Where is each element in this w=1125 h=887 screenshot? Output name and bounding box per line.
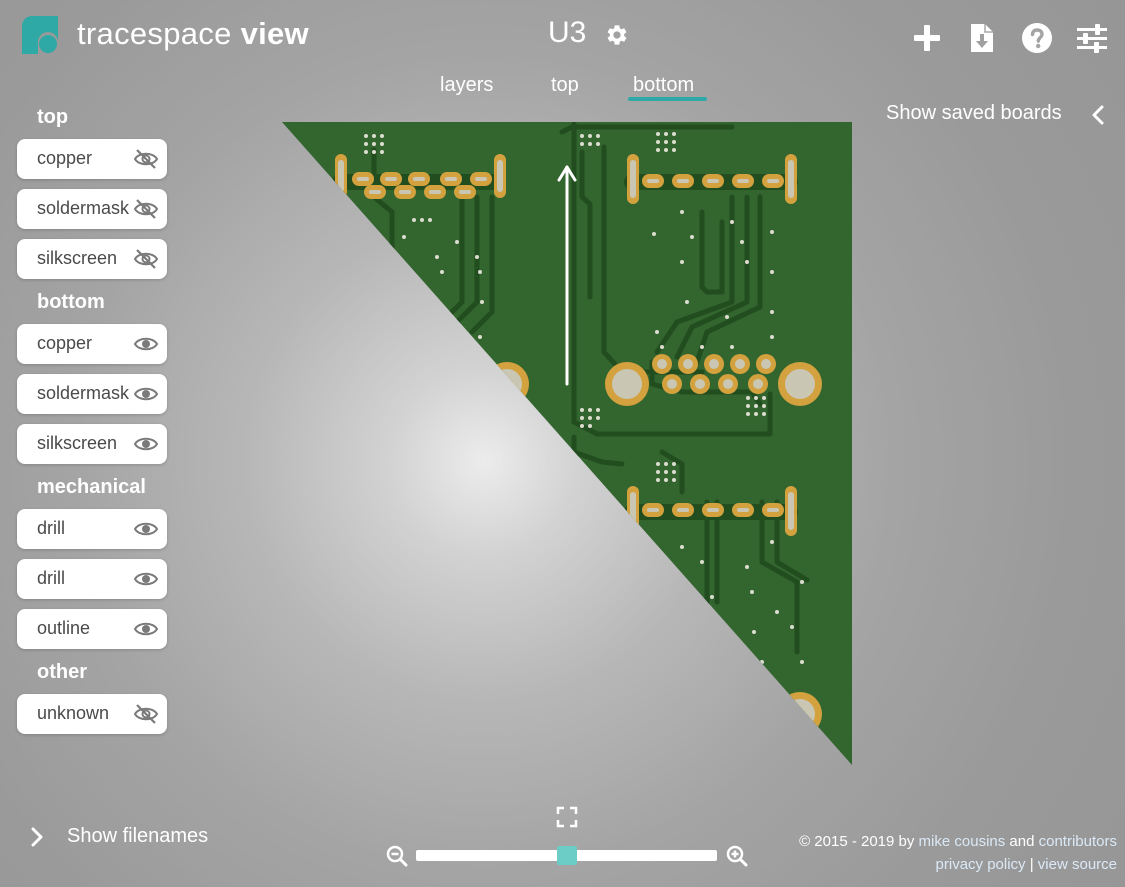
eye-slash-icon[interactable] — [133, 703, 159, 725]
app-title: tracespace view — [77, 16, 309, 52]
eye-icon[interactable] — [133, 433, 159, 455]
layer-label: unknown — [37, 703, 110, 723]
board-name[interactable]: U3 — [548, 16, 586, 50]
add-board-icon[interactable] — [911, 22, 943, 54]
privacy-policy-link[interactable]: privacy policy — [936, 856, 1026, 873]
copyright-text: © 2015 - 2019 by — [799, 833, 919, 850]
layer-item-drill-1[interactable]: drill — [17, 509, 167, 549]
layer-item-top-silkscreen[interactable]: silkscreen — [17, 239, 167, 279]
layer-label: drill — [37, 518, 66, 538]
layer-item-bottom-copper[interactable]: copper — [17, 324, 167, 364]
layer-item-outline[interactable]: outline — [17, 609, 167, 649]
zoom-slider[interactable] — [416, 846, 717, 865]
layer-group-top-title: top — [37, 106, 69, 128]
layer-item-top-copper[interactable]: copper — [17, 139, 167, 179]
layer-label: silkscreen — [37, 248, 118, 268]
layer-item-bottom-silkscreen[interactable]: silkscreen — [17, 424, 167, 464]
layer-item-bottom-soldermask[interactable]: soldermask — [17, 374, 167, 414]
zoom-slider-thumb[interactable] — [557, 846, 577, 865]
eye-icon[interactable] — [133, 333, 159, 355]
layer-group-mechanical-title: mechanical — [37, 476, 146, 498]
show-filenames-label: Show filenames — [67, 825, 209, 847]
footer-credits: © 2015 - 2019 by mike cousins and contri… — [799, 833, 1117, 850]
layer-label: drill — [37, 568, 66, 588]
eye-icon[interactable] — [133, 383, 159, 405]
layer-item-drill-2[interactable]: drill — [17, 559, 167, 599]
view-source-link[interactable]: view source — [1038, 856, 1117, 873]
zoom-in-icon[interactable] — [726, 845, 748, 867]
tab-layers[interactable]: layers — [440, 74, 493, 97]
footer-separator: | — [1025, 856, 1038, 873]
eye-slash-icon[interactable] — [133, 248, 159, 270]
layer-item-unknown[interactable]: unknown — [17, 694, 167, 734]
layer-group-other-title: other — [37, 661, 87, 683]
active-tab-indicator — [628, 97, 707, 101]
gear-icon[interactable] — [605, 23, 629, 47]
eye-icon[interactable] — [133, 568, 159, 590]
pcb-board-render[interactable] — [282, 122, 852, 765]
app-title-regular: tracespace — [77, 16, 241, 51]
show-saved-boards-button[interactable]: Show saved boards — [886, 102, 1062, 125]
settings-sliders-icon[interactable] — [1076, 22, 1108, 54]
layer-label: soldermask — [37, 383, 130, 403]
layer-label: copper — [37, 148, 93, 168]
layer-item-top-soldermask[interactable]: soldermask — [17, 189, 167, 229]
footer-links: privacy policy | view source — [936, 856, 1117, 873]
eye-slash-icon[interactable] — [133, 148, 159, 170]
layer-label: copper — [37, 333, 93, 353]
layer-label: silkscreen — [37, 433, 118, 453]
tab-bottom[interactable]: bottom — [633, 74, 694, 97]
download-icon[interactable] — [966, 22, 998, 54]
zoom-out-icon[interactable] — [386, 845, 408, 867]
eye-icon[interactable] — [133, 618, 159, 640]
footer-and: and — [1005, 833, 1039, 850]
layer-label: soldermask — [37, 198, 130, 218]
layer-label: outline — [37, 618, 91, 638]
author-link[interactable]: mike cousins — [919, 833, 1006, 850]
tracespace-logo — [22, 16, 58, 54]
chevron-left-icon[interactable] — [1088, 104, 1108, 126]
help-icon[interactable] — [1021, 22, 1053, 54]
eye-icon[interactable] — [133, 518, 159, 540]
contributors-link[interactable]: contributors — [1039, 833, 1117, 850]
app-title-bold: view — [240, 16, 309, 51]
eye-slash-icon[interactable] — [133, 198, 159, 220]
tab-top[interactable]: top — [551, 74, 579, 97]
chevron-right-icon — [31, 827, 43, 847]
layer-group-bottom-title: bottom — [37, 291, 105, 313]
fullscreen-icon[interactable] — [556, 806, 578, 828]
